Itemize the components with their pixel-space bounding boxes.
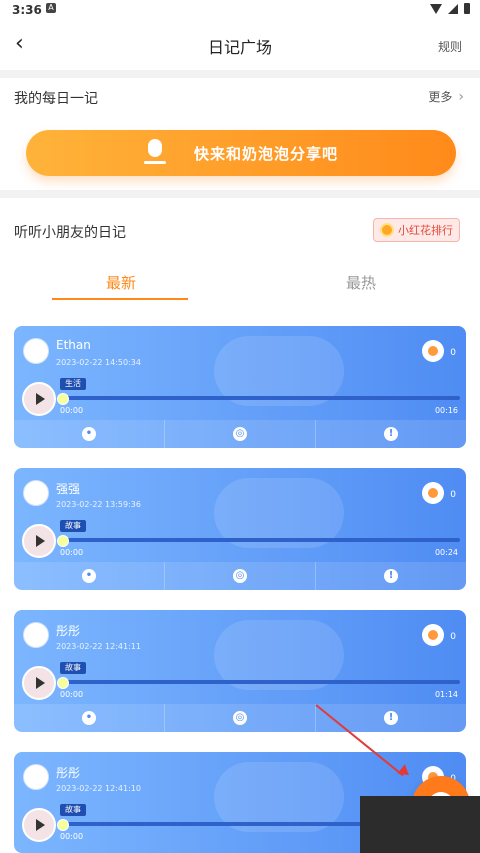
- more-link[interactable]: 更多 ›: [428, 88, 464, 105]
- progress-track[interactable]: [57, 535, 460, 547]
- time-duration: 00:24: [434, 548, 458, 557]
- like-count: 0: [450, 490, 456, 500]
- tab-latest[interactable]: 最新: [106, 272, 136, 293]
- time-current: 00:00: [60, 832, 84, 841]
- signal-icon: [448, 3, 458, 14]
- share-label: 快来和奶泡泡分享吧: [193, 144, 338, 163]
- report-icon: !: [384, 569, 398, 583]
- share-moments-button[interactable]: ◎: [164, 704, 315, 732]
- post-time: 2023-02-22 13:59:36: [56, 500, 141, 509]
- avatar[interactable]: [23, 622, 49, 648]
- progress-thumb[interactable]: [57, 677, 69, 689]
- avatar[interactable]: [23, 480, 49, 506]
- play-button[interactable]: [22, 666, 56, 700]
- tab-bar: 最新 最热: [0, 258, 480, 302]
- post-time: 2023-02-22 12:41:10: [56, 784, 141, 793]
- like-count: 0: [450, 348, 456, 358]
- status-bar: 3:36 A: [0, 0, 480, 20]
- like-count: 0: [450, 632, 456, 642]
- chevron-right-icon: ›: [458, 89, 464, 105]
- category-tag: 生活: [60, 378, 86, 390]
- status-icons: [430, 3, 470, 14]
- ranking-label: 小红花排行: [398, 224, 453, 237]
- play-button[interactable]: [22, 382, 56, 416]
- share-wechat-button[interactable]: •: [14, 704, 164, 732]
- dark-overlay: [360, 796, 480, 853]
- flower-ranking-button[interactable]: 小红花排行: [373, 218, 460, 242]
- report-button[interactable]: !: [315, 420, 466, 448]
- user-name: Ethan: [56, 338, 91, 352]
- time-duration: 00:16: [434, 406, 458, 415]
- avatar[interactable]: [23, 764, 49, 790]
- my-diary-title: 我的每日一记: [14, 91, 98, 107]
- post-time: 2023-02-22 12:41:11: [56, 642, 141, 651]
- play-icon: [36, 677, 45, 689]
- progress-track[interactable]: [57, 393, 460, 405]
- play-button[interactable]: [22, 808, 56, 842]
- category-tag: 故事: [60, 662, 86, 674]
- user-name: 彤彤: [56, 624, 81, 638]
- share-moments-button[interactable]: ◎: [164, 420, 315, 448]
- play-button[interactable]: [22, 524, 56, 558]
- status-time: 3:36: [12, 3, 42, 17]
- more-label: 更多: [428, 90, 453, 104]
- report-icon: !: [384, 711, 398, 725]
- user-name: 彤彤: [56, 766, 81, 780]
- avatar[interactable]: [23, 338, 49, 364]
- flower-like-button[interactable]: [422, 624, 444, 646]
- category-tag: 故事: [60, 520, 86, 532]
- rules-link[interactable]: 规则: [438, 38, 462, 55]
- share-button[interactable]: 快来和奶泡泡分享吧: [26, 130, 456, 176]
- divider: [0, 190, 480, 198]
- play-icon: [36, 535, 45, 547]
- header: ‹ 日记广场 规则: [0, 20, 480, 70]
- flower-icon: [428, 346, 438, 356]
- wifi-icon: [430, 3, 442, 14]
- tab-hottest[interactable]: 最热: [346, 272, 376, 293]
- post-time: 2023-02-22 14:50:34: [56, 358, 141, 367]
- wechat-icon: •: [82, 569, 96, 583]
- microphone-icon: [143, 139, 166, 167]
- flower-icon: [380, 223, 394, 237]
- page-title: 日记广场: [207, 38, 272, 57]
- time-current: 00:00: [60, 690, 84, 699]
- wechat-icon: •: [82, 711, 96, 725]
- progress-thumb[interactable]: [57, 393, 69, 405]
- divider: [0, 70, 480, 78]
- progress-track[interactable]: [57, 677, 460, 689]
- diary-card: Ethan 2023-02-22 14:50:34 0 生活 00:00 00:…: [14, 326, 466, 448]
- card-actions: • ◎ !: [14, 562, 466, 590]
- sim-icon: A: [46, 3, 56, 13]
- progress-thumb[interactable]: [57, 819, 69, 831]
- moments-icon: ◎: [233, 427, 247, 441]
- listen-section-title: 听听小朋友的日记: [14, 225, 126, 241]
- category-tag: 故事: [60, 804, 86, 816]
- battery-icon: [464, 3, 470, 14]
- flower-like-button[interactable]: [422, 482, 444, 504]
- time-duration: 01:14: [434, 690, 458, 699]
- report-button[interactable]: !: [315, 562, 466, 590]
- card-actions: • ◎ !: [14, 704, 466, 732]
- share-moments-button[interactable]: ◎: [164, 562, 315, 590]
- flower-like-button[interactable]: [422, 340, 444, 362]
- diary-card: 强强 2023-02-22 13:59:36 0 故事 00:00 00:24 …: [14, 468, 466, 590]
- diary-card: 彤彤 2023-02-22 12:41:11 0 故事 00:00 01:14 …: [14, 610, 466, 732]
- user-name: 强强: [56, 482, 81, 496]
- flower-icon: [428, 630, 438, 640]
- share-wechat-button[interactable]: •: [14, 562, 164, 590]
- wechat-icon: •: [82, 427, 96, 441]
- flower-icon: [428, 488, 438, 498]
- time-current: 00:00: [60, 548, 84, 557]
- time-current: 00:00: [60, 406, 84, 415]
- play-icon: [36, 393, 45, 405]
- card-actions: • ◎ !: [14, 420, 466, 448]
- share-wechat-button[interactable]: •: [14, 420, 164, 448]
- report-button[interactable]: !: [315, 704, 466, 732]
- tab-indicator: [52, 298, 188, 300]
- progress-thumb[interactable]: [57, 535, 69, 547]
- play-icon: [36, 819, 45, 831]
- report-icon: !: [384, 427, 398, 441]
- moments-icon: ◎: [233, 569, 247, 583]
- moments-icon: ◎: [233, 711, 247, 725]
